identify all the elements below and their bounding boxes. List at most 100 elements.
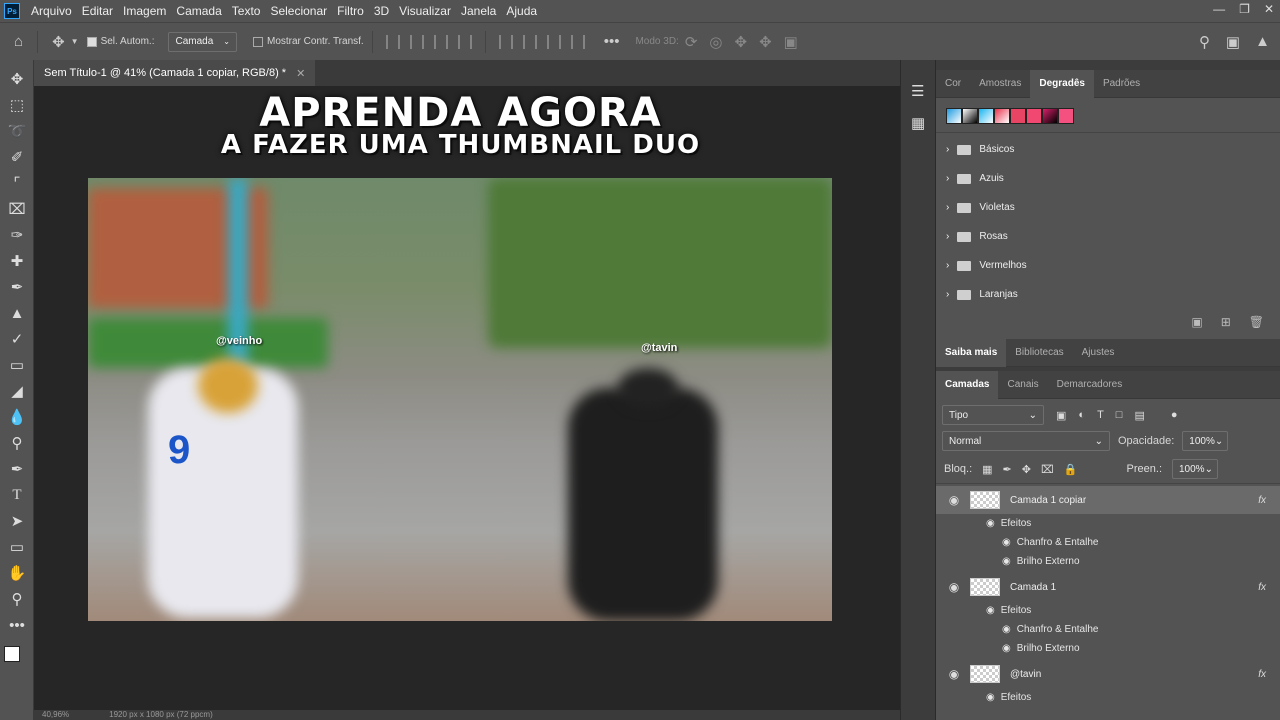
gradient-swatch[interactable] [1010, 108, 1026, 124]
tab-canais[interactable]: Canais [998, 371, 1047, 399]
adjustment-filter-icon[interactable]: ◐ [1078, 409, 1085, 421]
move-tool-icon[interactable]: ✥ [0, 66, 34, 92]
history-panel-icon[interactable]: ☰ [911, 82, 935, 100]
visibility-eye-icon[interactable]: ◉ [1002, 537, 1011, 548]
visibility-eye-icon[interactable]: ◉ [986, 692, 995, 703]
folder-azuis[interactable]: › Azuis [936, 164, 1280, 193]
visibility-eye-icon[interactable]: ◉ [1002, 624, 1011, 635]
zoom-level[interactable]: 40,96% [42, 710, 69, 720]
visibility-eye-icon[interactable]: ◉ [946, 493, 962, 507]
healing-brush-icon[interactable]: ✚ [0, 248, 34, 274]
close-tab-icon[interactable]: ✕ [296, 67, 305, 80]
more-options-icon[interactable]: ••• [604, 33, 620, 50]
gradient-swatch[interactable] [1042, 108, 1058, 124]
align-center-icon[interactable] [409, 34, 424, 49]
zoom-tool-icon[interactable]: ⚲ [0, 586, 34, 612]
layer-item[interactable]: ◉ Camada 1 copiar fx [936, 486, 1280, 514]
show-transform-checkbox[interactable] [253, 36, 263, 47]
layer-filter-dropdown[interactable]: Tipo ⌄ [942, 405, 1044, 425]
rectangle-tool-icon[interactable]: ▭ [0, 534, 34, 560]
fx-icon[interactable]: fx [1258, 495, 1266, 506]
layer-item[interactable]: ◉ Camada 1 fx [936, 573, 1280, 601]
share-icon[interactable]: ▲ [1255, 33, 1270, 50]
type-filter-icon[interactable]: T [1097, 409, 1104, 421]
effects-group[interactable]: ◉ Efeitos [936, 514, 1280, 533]
quick-select-tool-icon[interactable]: ✐ [0, 144, 34, 170]
effects-group[interactable]: ◉ Efeitos [936, 688, 1280, 707]
menu-camada[interactable]: Camada [171, 4, 226, 18]
search-icon[interactable]: ⚲ [1199, 33, 1210, 51]
effect-item[interactable]: ◉ Chanfro & Entalhe [936, 533, 1280, 552]
tab-demarcadores[interactable]: Demarcadores [1048, 371, 1132, 399]
3d-camera-icon[interactable]: ▣ [784, 33, 798, 51]
align-top-icon[interactable] [498, 34, 513, 49]
folder-basicos[interactable]: › Básicos [936, 135, 1280, 164]
tab-ajustes[interactable]: Ajustes [1073, 339, 1124, 367]
crop-tool-icon[interactable]: ⌜ [0, 170, 34, 196]
document-tab[interactable]: Sem Título-1 @ 41% (Camada 1 copiar, RGB… [34, 60, 316, 86]
layer-item[interactable]: ◉ @tavin fx [936, 660, 1280, 688]
menu-3d[interactable]: 3D [369, 4, 394, 18]
align-middle-icon[interactable] [522, 34, 537, 49]
fx-icon[interactable]: fx [1258, 669, 1266, 680]
gradient-swatch[interactable] [978, 108, 994, 124]
gradient-swatch[interactable] [1058, 108, 1074, 124]
paint-bucket-icon[interactable]: ◢ [0, 378, 34, 404]
properties-panel-icon[interactable]: ▦ [911, 114, 935, 132]
pen-tool-icon[interactable]: ✒ [0, 456, 34, 482]
tab-bibliotecas[interactable]: Bibliotecas [1006, 339, 1072, 367]
folder-laranjas[interactable]: › Laranjas [936, 280, 1280, 309]
workspace-icon[interactable]: ▣ [1226, 33, 1240, 51]
lock-artboard-icon[interactable]: ⌧ [1041, 463, 1054, 476]
visibility-eye-icon[interactable]: ◉ [1002, 556, 1011, 567]
gradient-swatch[interactable] [1026, 108, 1042, 124]
hand-tool-icon[interactable]: ✋ [0, 560, 34, 586]
align-bottom-icon[interactable] [546, 34, 561, 49]
menu-selecionar[interactable]: Selecionar [265, 4, 332, 18]
distribute-vertical-icon[interactable] [570, 34, 585, 49]
new-group-icon[interactable]: ▣ [1191, 315, 1202, 329]
menu-ajuda[interactable]: Ajuda [501, 4, 542, 18]
gradient-swatch[interactable] [946, 108, 962, 124]
eyedropper-tool-icon[interactable]: ✑ [0, 222, 34, 248]
auto-select-dropdown[interactable]: Camada ⌄ [168, 31, 237, 52]
visibility-eye-icon[interactable]: ◉ [946, 667, 962, 681]
new-gradient-icon[interactable]: ⊞ [1221, 315, 1231, 329]
tab-cor[interactable]: Cor [936, 70, 970, 98]
tab-saiba-mais[interactable]: Saiba mais [936, 338, 1007, 367]
more-tools-icon[interactable]: ••• [0, 612, 34, 638]
visibility-eye-icon[interactable]: ◉ [986, 518, 995, 529]
gradient-swatch[interactable] [994, 108, 1010, 124]
restore-icon[interactable]: ❐ [1239, 2, 1250, 16]
gradient-swatch[interactable] [962, 108, 978, 124]
lasso-tool-icon[interactable]: ➰ [0, 118, 34, 144]
tab-padroes[interactable]: Padrões [1094, 70, 1149, 98]
align-left-icon[interactable] [385, 34, 400, 49]
stamp-tool-icon[interactable]: ▲ [0, 300, 34, 326]
image-filter-icon[interactable]: ▣ [1056, 409, 1066, 422]
lock-pixels-icon[interactable]: ✒ [1003, 463, 1012, 476]
3d-roll-icon[interactable]: ◎ [709, 33, 722, 51]
lock-all-icon[interactable]: 🔒 [1064, 463, 1078, 476]
tab-degrades[interactable]: Degradês [1030, 69, 1094, 98]
menu-arquivo[interactable]: Arquivo [26, 4, 77, 18]
filter-toggle-icon[interactable]: ● [1171, 409, 1178, 421]
menu-imagem[interactable]: Imagem [118, 4, 171, 18]
close-icon[interactable]: ✕ [1264, 2, 1274, 16]
path-select-icon[interactable]: ➤ [0, 508, 34, 534]
3d-orbit-icon[interactable]: ⟳ [685, 33, 698, 51]
foreground-color-swatch[interactable] [4, 646, 20, 662]
3d-slide-icon[interactable]: ✥ [759, 33, 772, 51]
menu-janela[interactable]: Janela [456, 4, 501, 18]
menu-texto[interactable]: Texto [227, 4, 266, 18]
visibility-eye-icon[interactable]: ◉ [1002, 643, 1011, 654]
lock-position-icon[interactable]: ✥ [1022, 463, 1031, 476]
effect-item[interactable]: ◉ Chanfro & Entalhe [936, 620, 1280, 639]
color-swatches[interactable] [0, 638, 33, 672]
menu-filtro[interactable]: Filtro [332, 4, 369, 18]
folder-violetas[interactable]: › Violetas [936, 193, 1280, 222]
effect-item[interactable]: ◉ Brilho Externo [936, 639, 1280, 658]
visibility-eye-icon[interactable]: ◉ [946, 580, 962, 594]
blur-tool-icon[interactable]: 💧 [0, 404, 34, 430]
opacity-input[interactable]: 100% ⌄ [1182, 431, 1229, 451]
